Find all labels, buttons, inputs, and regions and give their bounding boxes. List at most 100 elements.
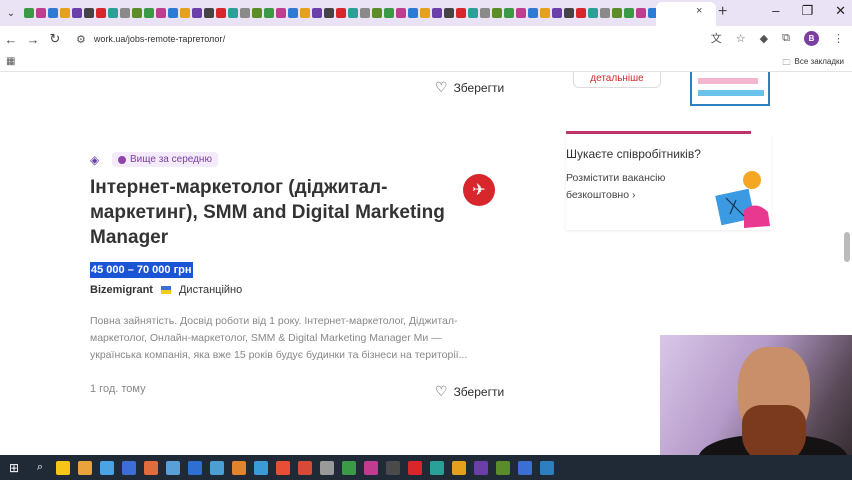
tab-favicon-icon[interactable] (600, 8, 610, 18)
tab-favicon-icon[interactable] (252, 8, 262, 18)
new-tab-button[interactable]: + (718, 3, 727, 21)
tab-favicon-icon[interactable] (528, 8, 538, 18)
taskbar-app-icon[interactable] (254, 460, 268, 475)
tab-close-icon[interactable]: × (696, 5, 702, 17)
tab-favicon-icon[interactable] (336, 8, 346, 18)
tab-favicon-icon[interactable] (384, 8, 394, 18)
tab-favicon-icon[interactable] (264, 8, 274, 18)
tab-favicon-icon[interactable] (192, 8, 202, 18)
tab-favicon-icon[interactable] (168, 8, 178, 18)
tab-favicon-icon[interactable] (312, 8, 322, 18)
tab-favicon-icon[interactable] (276, 8, 286, 18)
sidebar-details-button[interactable]: детальніше (573, 72, 661, 88)
tab-favicon-icon[interactable] (324, 8, 334, 18)
tab-favicon-icon[interactable] (300, 8, 310, 18)
tab-favicon-icon[interactable] (108, 8, 118, 18)
tab-favicon-icon[interactable] (24, 8, 34, 18)
all-bookmarks[interactable]: 🗀 Все закладки (783, 57, 844, 71)
taskbar-app-icon[interactable] (474, 460, 488, 475)
back-icon[interactable]: ← (0, 32, 22, 47)
taskbar-app-icon[interactable] (276, 460, 290, 475)
post-vacancy-link[interactable]: Розмістити вакансію безкоштовно › (566, 170, 686, 204)
menu-kebab-icon[interactable]: ⋮ (833, 32, 844, 45)
tab-favicon-icon[interactable] (432, 8, 442, 18)
close-window-icon[interactable]: ✕ (835, 3, 846, 19)
tab-favicon-icon[interactable] (240, 8, 250, 18)
taskbar-app-icon[interactable] (408, 460, 422, 475)
tab-favicon-icon[interactable] (540, 8, 550, 18)
tab-favicon-icon[interactable] (636, 8, 646, 18)
tab-favicon-icon[interactable] (288, 8, 298, 18)
taskbar-app-icon[interactable] (232, 460, 246, 475)
company-logo[interactable]: ✈ (463, 174, 495, 206)
bookmark-star-icon[interactable]: ☆ (736, 32, 746, 45)
tab-favicon-icon[interactable] (576, 8, 586, 18)
taskbar-app-icon[interactable] (210, 460, 224, 475)
company-name[interactable]: Bizemigrant (90, 284, 153, 296)
tab-favicon-icon[interactable] (144, 8, 154, 18)
taskbar-app-icon[interactable] (144, 460, 158, 475)
tab-favicon-icon[interactable] (504, 8, 514, 18)
address-bar[interactable]: ⚙ work.ua/jobs-remote-таргетолог/ (76, 29, 696, 49)
active-tab[interactable] (656, 2, 716, 26)
tab-favicon-icon[interactable] (624, 8, 634, 18)
reload-icon[interactable]: ↻ (44, 31, 66, 47)
taskbar-app-icon[interactable] (496, 460, 510, 475)
extension-icon[interactable]: ◆ (760, 32, 768, 45)
taskbar-app-icon[interactable] (386, 460, 400, 475)
taskbar-app-icon[interactable] (122, 460, 136, 475)
tab-favicon-icon[interactable] (372, 8, 382, 18)
apps-grid-icon[interactable]: ▦ (6, 56, 15, 67)
tab-favicon-icon[interactable] (612, 8, 622, 18)
tab-favicon-icon[interactable] (456, 8, 466, 18)
tab-favicon-icon[interactable] (36, 8, 46, 18)
tab-favicon-icon[interactable] (420, 8, 430, 18)
forward-icon[interactable]: → (22, 32, 44, 47)
tab-favicon-icon[interactable] (348, 8, 358, 18)
taskbar-app-icon[interactable] (430, 460, 444, 475)
maximize-icon[interactable]: ❐ (801, 3, 813, 19)
profile-avatar[interactable]: B (804, 30, 819, 46)
tab-favicon-icon[interactable] (444, 8, 454, 18)
taskbar-app-icon[interactable] (298, 460, 312, 475)
tab-favicon-icon[interactable] (408, 8, 418, 18)
tab-favicon-icon[interactable] (84, 8, 94, 18)
taskbar-app-icon[interactable] (452, 460, 466, 475)
taskbar-app-icon[interactable] (540, 460, 554, 475)
extensions-puzzle-icon[interactable]: ⧉ (782, 32, 790, 45)
job-title-link[interactable]: Інтернет-маркетолог (діджитал-маркетинг)… (90, 175, 450, 250)
taskbar-app-icon[interactable] (188, 460, 202, 475)
page-scrollbar[interactable] (844, 232, 850, 262)
tab-favicon-icon[interactable] (180, 8, 190, 18)
taskbar-search-icon[interactable]: ⌕ (28, 461, 52, 474)
tab-favicon-icon[interactable] (228, 8, 238, 18)
tab-favicon-icon[interactable] (516, 8, 526, 18)
taskbar-app-icon[interactable] (78, 460, 92, 475)
taskbar-app-icon[interactable] (364, 460, 378, 475)
save-button-previous[interactable]: ♡ Зберегти (435, 79, 504, 96)
save-button[interactable]: ♡ Зберегти (435, 383, 504, 400)
minimize-icon[interactable]: – (772, 3, 779, 19)
tab-favicon-icon[interactable] (564, 8, 574, 18)
tab-favicon-icon[interactable] (72, 8, 82, 18)
site-settings-icon[interactable]: ⚙ (76, 33, 86, 46)
taskbar-app-icon[interactable] (518, 460, 532, 475)
tab-favicon-icon[interactable] (216, 8, 226, 18)
tab-favicon-icon[interactable] (48, 8, 58, 18)
tab-favicon-icon[interactable] (96, 8, 106, 18)
tab-favicon-icon[interactable] (588, 8, 598, 18)
tab-favicon-icon[interactable] (552, 8, 562, 18)
tab-favicon-icon[interactable] (480, 8, 490, 18)
taskbar-app-icon[interactable] (342, 460, 356, 475)
translate-icon[interactable]: 文 (711, 30, 722, 46)
tab-favicon-icon[interactable] (468, 8, 478, 18)
tab-search-icon[interactable]: ⌄ (0, 2, 22, 24)
taskbar-app-icon[interactable] (166, 460, 180, 475)
tab-favicon-icon[interactable] (156, 8, 166, 18)
tab-favicon-icon[interactable] (360, 8, 370, 18)
tab-favicon-icon[interactable] (60, 8, 70, 18)
taskbar-app-icon[interactable] (56, 460, 70, 475)
tab-favicon-icon[interactable] (396, 8, 406, 18)
taskbar-app-icon[interactable] (100, 460, 114, 475)
tab-favicon-icon[interactable] (492, 8, 502, 18)
